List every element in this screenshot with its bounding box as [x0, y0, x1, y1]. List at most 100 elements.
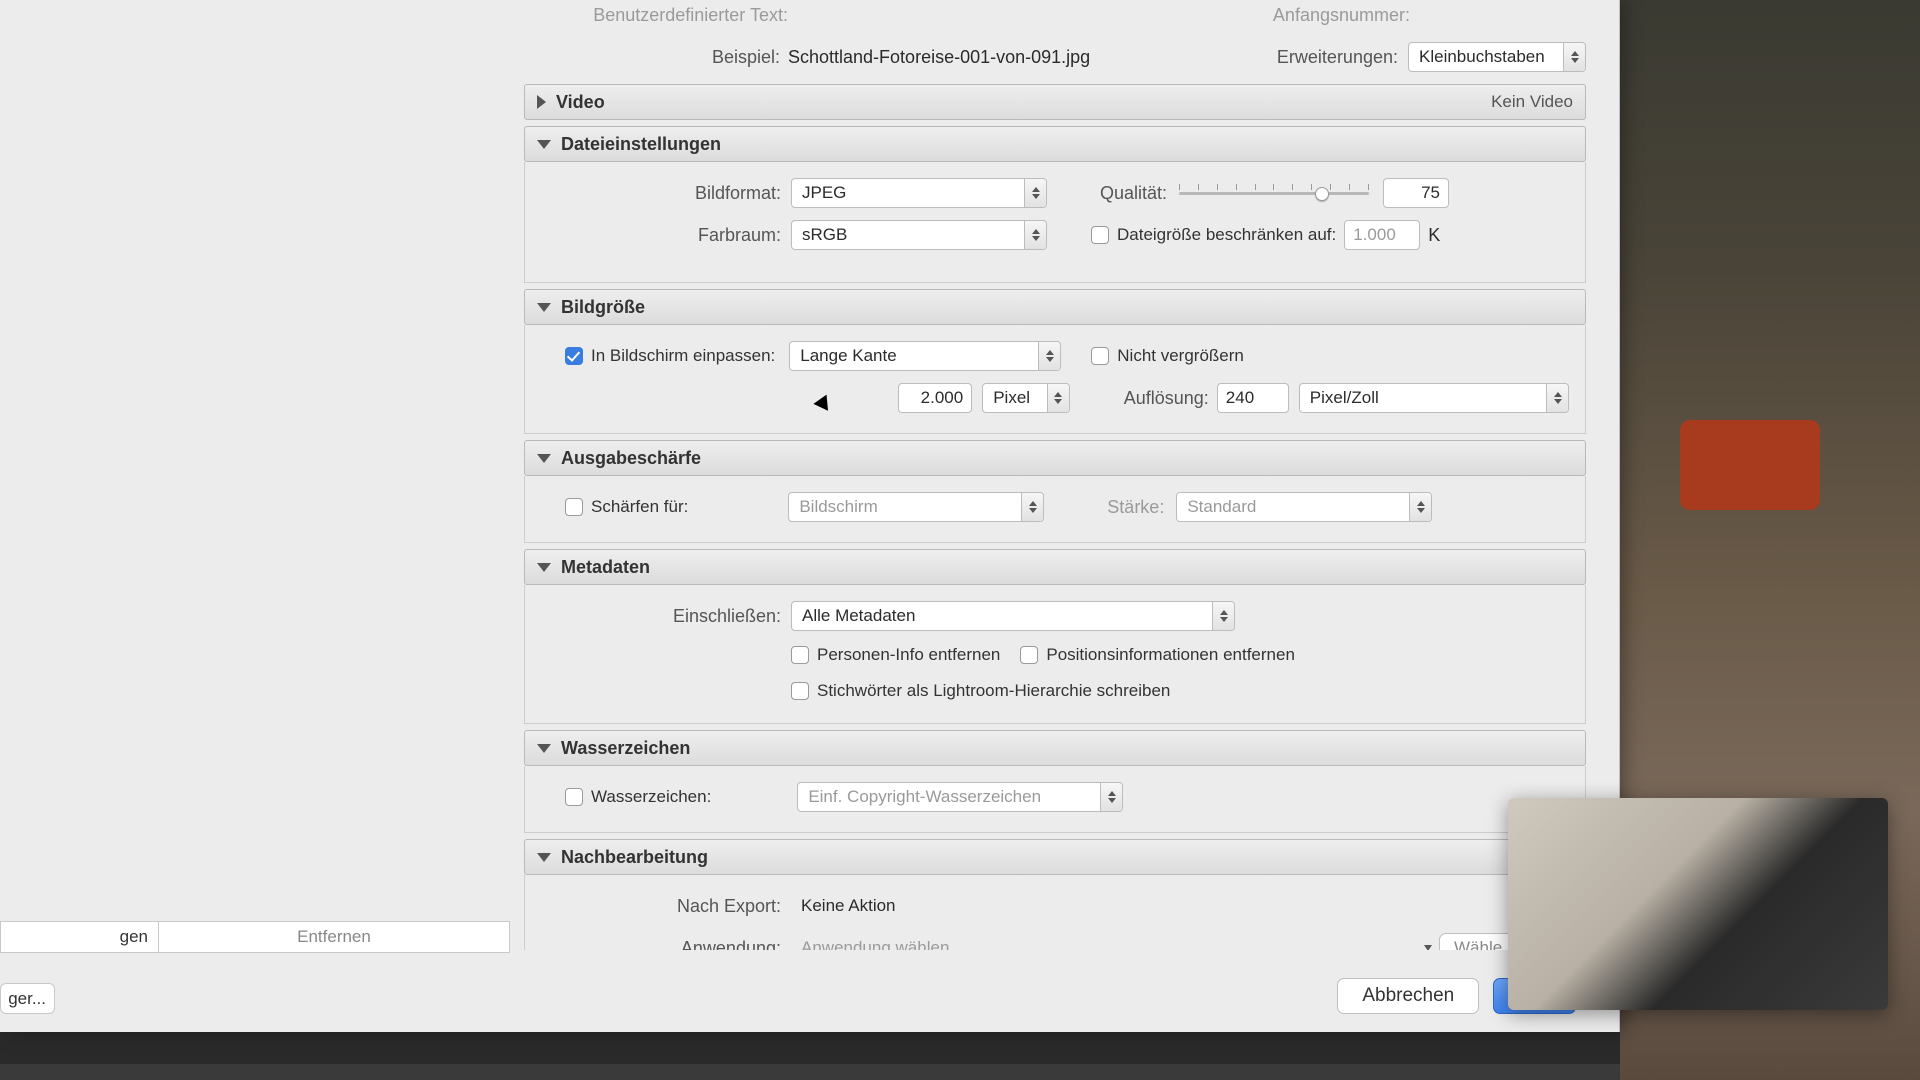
resolution-input[interactable] [1217, 383, 1289, 413]
section-file-header[interactable]: Dateieinstellungen [524, 126, 1586, 162]
limit-filesize-input [1344, 220, 1420, 250]
disclosure-down-icon [537, 303, 551, 312]
dont-enlarge-label: Nicht vergrößern [1117, 346, 1244, 366]
resize-to-fit-label: In Bildschirm einpassen: [591, 346, 775, 366]
sharpen-amount-value: Standard [1187, 497, 1256, 517]
extensions-select[interactable]: Kleinbuchstaben [1408, 42, 1586, 72]
presets-column: gen Entfernen ger... [0, 0, 510, 1032]
watermark-select: Einf. Copyright-Wasserzeichen [797, 782, 1123, 812]
stepper-icon [1024, 221, 1046, 249]
watermark-checkbox[interactable] [565, 788, 583, 806]
quality-slider[interactable] [1179, 184, 1369, 202]
bottom-strip [0, 1064, 1620, 1080]
resolution-unit-value: Pixel/Zoll [1310, 388, 1379, 408]
choose-app-button[interactable]: Wähle [1439, 933, 1517, 950]
extensions-label: Erweiterungen: [1277, 47, 1398, 68]
sharpen-for-checkbox[interactable] [565, 498, 583, 516]
format-select[interactable]: JPEG [791, 178, 1047, 208]
start-number-label: Anfangsnummer: [1266, 5, 1586, 26]
meta-include-select[interactable]: Alle Metadaten [791, 601, 1235, 631]
limit-filesize-unit: K [1428, 225, 1440, 246]
after-export-select[interactable]: Keine Aktion [791, 891, 1511, 921]
section-size-body: In Bildschirm einpassen: Lange Kante Nic… [524, 325, 1586, 434]
cancel-button[interactable]: Abbrechen [1337, 978, 1479, 1014]
example-label: Beispiel: [524, 47, 780, 68]
sharpen-for-label: Schärfen für: [591, 497, 688, 517]
section-size-title: Bildgröße [561, 297, 645, 318]
disclosure-down-icon [537, 744, 551, 753]
format-label: Bildformat: [541, 183, 781, 204]
remove-location-checkbox[interactable] [1020, 646, 1038, 664]
video-status: Kein Video [1491, 92, 1573, 112]
section-post-body: Nach Export: Keine Aktion Anwendung: Anw… [524, 875, 1586, 950]
colorspace-select[interactable]: sRGB [791, 220, 1047, 250]
disclosure-down-icon [537, 563, 551, 572]
section-watermark-body: Wasserzeichen: Einf. Copyright-Wasserzei… [524, 766, 1586, 833]
section-metadata-body: Einschließen: Alle Metadaten Personen-In… [524, 585, 1586, 724]
section-post-header[interactable]: Nachbearbeitung [524, 839, 1586, 875]
quality-input[interactable] [1383, 178, 1449, 208]
section-watermark-header[interactable]: Wasserzeichen [524, 730, 1586, 766]
dropdown-icon [1417, 933, 1439, 950]
section-watermark-title: Wasserzeichen [561, 738, 690, 759]
dimension-unit-value: Pixel [993, 388, 1030, 408]
stepper-icon [1546, 384, 1568, 412]
section-file-body: Bildformat: JPEG Qualität: Farbraum: sRG… [524, 162, 1586, 283]
preset-add-button[interactable]: gen [0, 921, 158, 953]
section-sharpen-header[interactable]: Ausgabeschärfe [524, 440, 1586, 476]
keywords-hierarchy-checkbox[interactable] [791, 682, 809, 700]
resolution-unit-select[interactable]: Pixel/Zoll [1299, 383, 1569, 413]
disclosure-right-icon [537, 95, 546, 109]
resize-to-fit-checkbox[interactable] [565, 347, 583, 365]
dialog-footer: Abbrechen Exp [524, 978, 1586, 1024]
stepper-icon [1021, 493, 1043, 521]
fit-mode-value: Lange Kante [800, 346, 896, 366]
plugin-manager-button[interactable]: ger... [0, 983, 55, 1014]
remove-person-label: Personen-Info entfernen [817, 645, 1000, 665]
disclosure-down-icon [537, 454, 551, 463]
custom-text-label: Benutzerdefinierter Text: [524, 5, 788, 26]
section-video-header[interactable]: Video Kein Video [524, 84, 1586, 120]
fit-mode-select[interactable]: Lange Kante [789, 341, 1061, 371]
section-post-title: Nachbearbeitung [561, 847, 708, 868]
dimension-unit-select[interactable]: Pixel [982, 383, 1070, 413]
format-value: JPEG [802, 183, 846, 203]
section-file-title: Dateieinstellungen [561, 134, 721, 155]
section-metadata-header[interactable]: Metadaten [524, 549, 1586, 585]
keywords-hierarchy-label: Stichwörter als Lightroom-Hierarchie sch… [817, 681, 1170, 701]
watermark-value: Einf. Copyright-Wasserzeichen [808, 787, 1041, 807]
sharpen-amount-select: Standard [1176, 492, 1432, 522]
stepper-icon [1047, 384, 1069, 412]
watermark-label: Wasserzeichen: [591, 787, 711, 807]
quality-label: Qualität: [1047, 183, 1167, 204]
after-export-label: Nach Export: [541, 896, 781, 917]
preset-remove-button[interactable]: Entfernen [158, 921, 510, 953]
stepper-icon [1563, 43, 1585, 71]
disclosure-down-icon [537, 853, 551, 862]
dimension-input[interactable] [898, 383, 972, 413]
section-sharpen-body: Schärfen für: Bildschirm Stärke: Standar… [524, 476, 1586, 543]
slider-knob[interactable] [1315, 187, 1329, 201]
remove-location-label: Positionsinformationen entfernen [1046, 645, 1295, 665]
meta-include-value: Alle Metadaten [802, 606, 915, 626]
stepper-icon [1038, 342, 1060, 370]
export-dialog: gen Entfernen ger... Benutzerdefinierter… [0, 0, 1620, 1032]
sharpen-for-value: Bildschirm [799, 497, 877, 517]
stepper-icon [1212, 602, 1234, 630]
remove-person-checkbox[interactable] [791, 646, 809, 664]
sharpen-amount-label: Stärke: [1044, 497, 1164, 518]
settings-panel: Benutzerdefinierter Text: Anfangsnummer:… [524, 0, 1586, 950]
dont-enlarge-checkbox[interactable] [1091, 347, 1109, 365]
limit-filesize-label: Dateigröße beschränken auf: [1117, 225, 1336, 245]
application-label: Anwendung: [541, 938, 781, 951]
section-video-title: Video [556, 92, 605, 113]
section-metadata-title: Metadaten [561, 557, 650, 578]
limit-filesize-checkbox[interactable] [1091, 226, 1109, 244]
colorspace-label: Farbraum: [541, 225, 781, 246]
webcam-overlay [1508, 798, 1888, 1010]
stepper-icon [1100, 783, 1122, 811]
application-value: Anwendung wählen... [801, 938, 964, 950]
application-select: Anwendung wählen... [791, 933, 1439, 950]
section-size-header[interactable]: Bildgröße [524, 289, 1586, 325]
section-sharpen-title: Ausgabeschärfe [561, 448, 701, 469]
